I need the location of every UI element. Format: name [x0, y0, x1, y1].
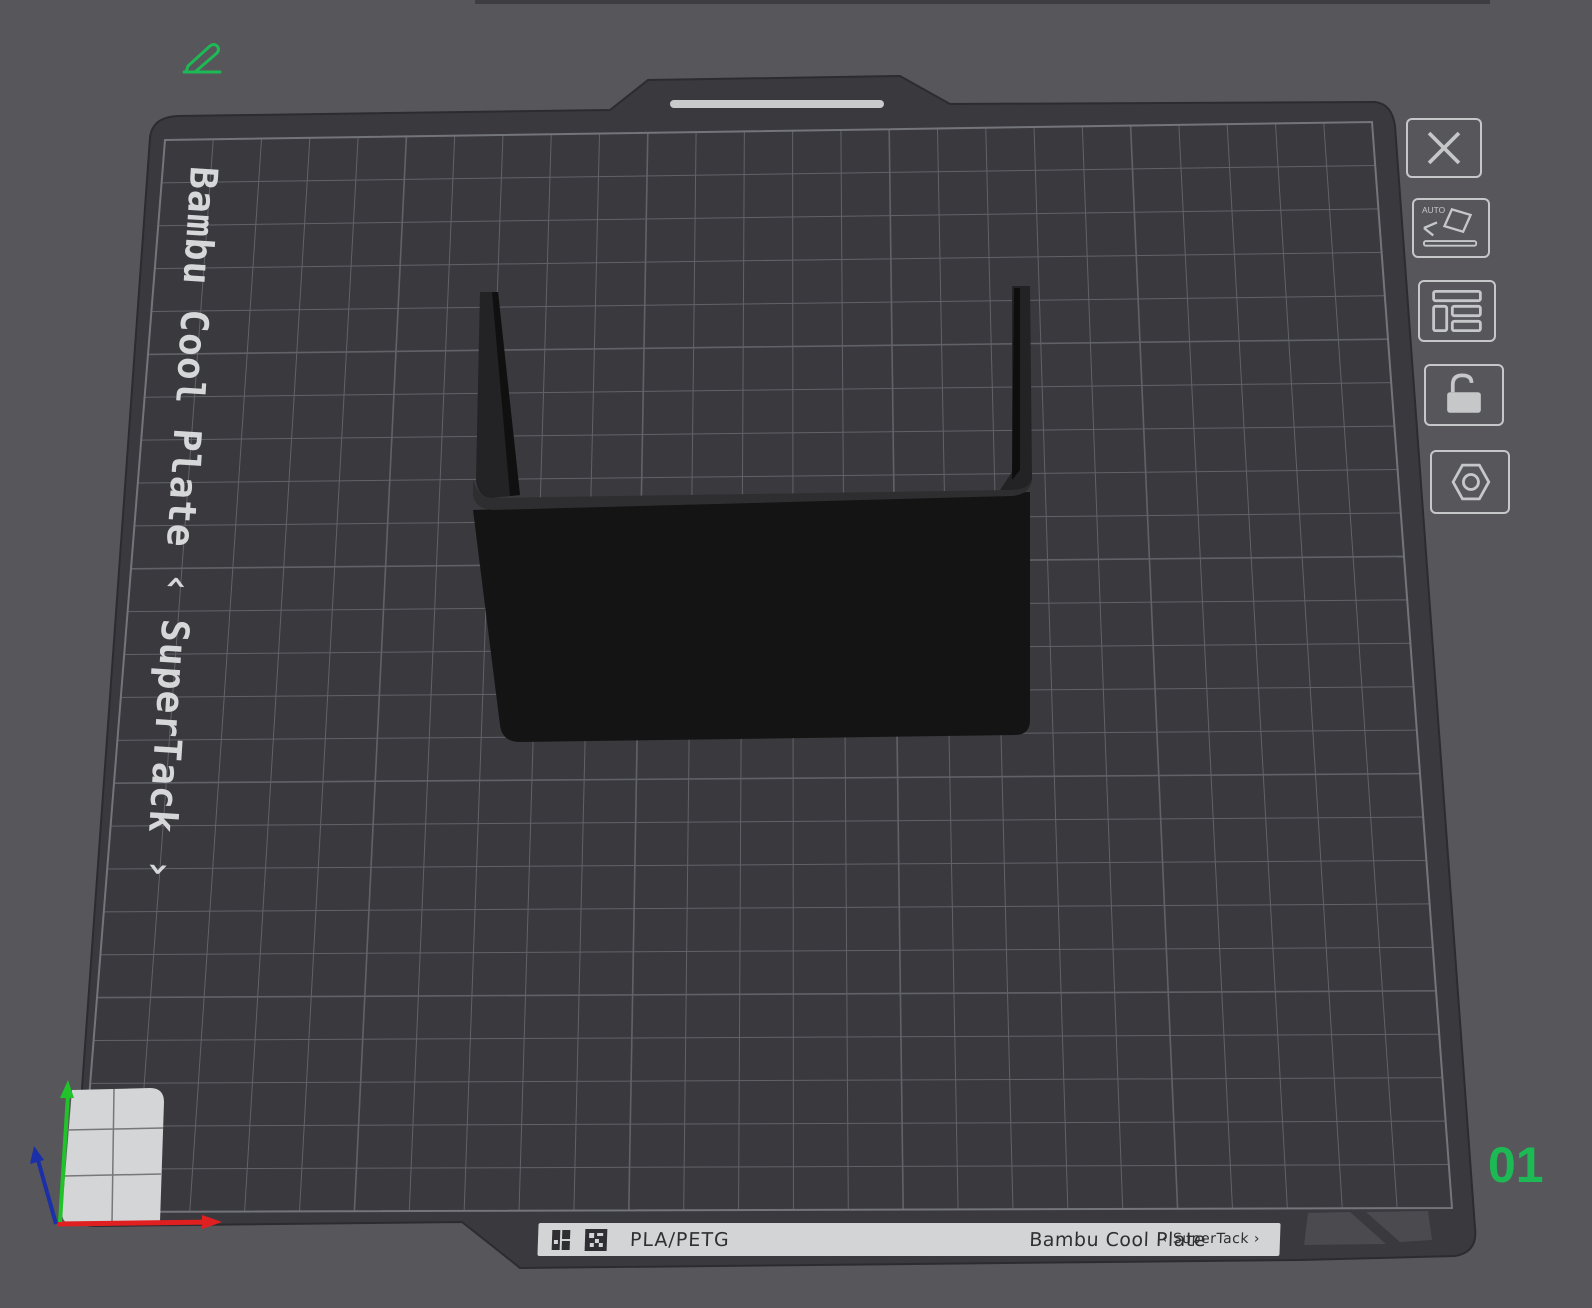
qr-code-icon [584, 1229, 608, 1251]
close-icon [1427, 131, 1461, 165]
plate-logo-icon [551, 1230, 571, 1250]
hexagon-icon [1451, 463, 1491, 501]
auto-text: AUTO [1422, 205, 1446, 215]
axis-x [56, 1219, 216, 1227]
lock-icon [1447, 373, 1481, 413]
arrange-icon [1432, 289, 1482, 333]
3d-viewport[interactable]: Bambu Cool Plate ‹ SuperTack › 01 AUTO P… [0, 0, 1592, 1304]
plate-type-strip: PLA/PETG Bambu Cool Plate ‹ SuperTack › [537, 1223, 1281, 1256]
top-strip [475, 0, 1490, 4]
bed-minimap [62, 1088, 164, 1224]
arrange-button[interactable] [1418, 280, 1496, 342]
plate-handle [670, 100, 884, 108]
viewport-canvas[interactable] [0, 0, 1592, 1304]
axis-z [36, 1159, 58, 1225]
close-button[interactable] [1406, 118, 1482, 178]
auto-orient-icon: AUTO [1422, 205, 1478, 247]
settings-button[interactable] [1430, 450, 1510, 514]
plate-material: PLA/PETG [629, 1229, 731, 1251]
plate-number[interactable]: 01 [1488, 1136, 1544, 1194]
plate-type-sub: ‹ SuperTack › [1161, 1231, 1261, 1247]
pencil-icon[interactable] [182, 43, 222, 74]
lock-button[interactable] [1424, 364, 1504, 426]
auto-orient-button[interactable]: AUTO [1412, 198, 1490, 258]
model-front-face [473, 492, 1030, 742]
